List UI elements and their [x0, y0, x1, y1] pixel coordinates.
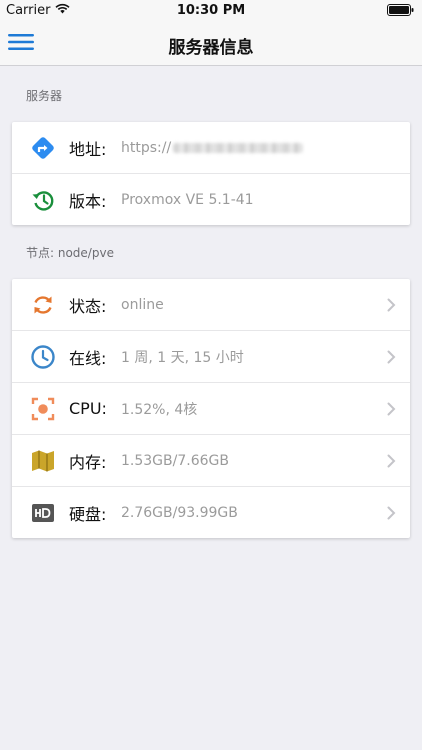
- chevron-right-icon: [387, 401, 396, 420]
- cpu-label: CPU:: [69, 399, 107, 418]
- disk-row[interactable]: 硬盘: 2.76GB/93.99GB: [12, 487, 410, 538]
- version-value: Proxmox VE 5.1-41: [121, 191, 254, 208]
- version-label: 版本:: [69, 191, 107, 211]
- server-card: 地址: https:// 版本: Proxmox VE 5.1-41: [12, 122, 410, 225]
- hd-icon: [30, 500, 56, 526]
- node-card: 状态: online 在线: 1 周, 1 天, 15 小时 CPU: 1.52…: [12, 279, 410, 538]
- address-value: https://: [121, 139, 304, 156]
- redacted-address: [173, 142, 304, 153]
- battery-icon: [387, 4, 414, 20]
- directions-icon: [30, 135, 56, 161]
- clock-icon: [30, 344, 56, 370]
- uptime-label: 在线:: [69, 348, 107, 368]
- chevron-right-icon: [387, 505, 396, 524]
- memory-row[interactable]: 内存: 1.53GB/7.66GB: [12, 435, 410, 487]
- section-header-node: 节点: node/pve: [26, 246, 114, 260]
- status-label: 状态:: [69, 296, 107, 316]
- chevron-right-icon: [387, 349, 396, 368]
- disk-value: 2.76GB/93.99GB: [121, 504, 238, 521]
- history-icon: [30, 187, 56, 213]
- address-row[interactable]: 地址: https://: [12, 122, 410, 174]
- cpu-value: 1.52%, 4核: [121, 401, 198, 418]
- cpu-row[interactable]: CPU: 1.52%, 4核: [12, 383, 410, 435]
- uptime-row[interactable]: 在线: 1 周, 1 天, 15 小时: [12, 331, 410, 383]
- cpu-icon: [30, 396, 56, 422]
- page-title: 服务器信息: [168, 38, 254, 58]
- version-row[interactable]: 版本: Proxmox VE 5.1-41: [12, 174, 410, 225]
- chevron-right-icon: [387, 453, 396, 472]
- nav-bar: 服务器信息: [0, 22, 422, 66]
- address-text: https://: [121, 139, 172, 156]
- disk-label: 硬盘:: [69, 504, 107, 524]
- status-value: online: [121, 296, 164, 313]
- map-icon: [30, 448, 56, 474]
- status-row[interactable]: 状态: online: [12, 279, 410, 331]
- address-label: 地址:: [69, 139, 107, 159]
- status-bar: Carrier 10:30 PM: [0, 0, 422, 22]
- section-header-server: 服务器: [26, 89, 63, 103]
- memory-value: 1.53GB/7.66GB: [121, 452, 229, 469]
- refresh-icon: [30, 292, 56, 318]
- chevron-right-icon: [387, 297, 396, 316]
- memory-label: 内存:: [69, 452, 107, 472]
- status-time: 10:30 PM: [176, 3, 246, 18]
- uptime-value: 1 周, 1 天, 15 小时: [121, 349, 244, 366]
